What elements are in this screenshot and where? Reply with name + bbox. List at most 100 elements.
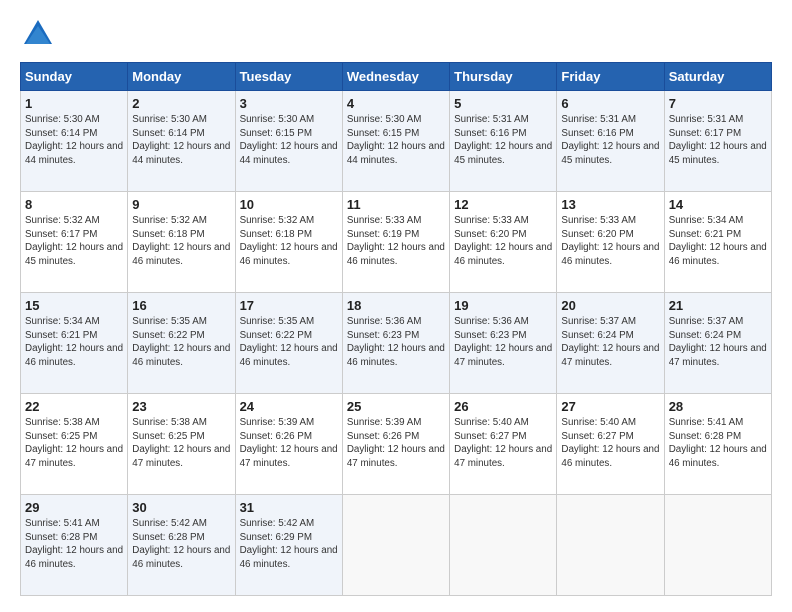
col-header-friday: Friday xyxy=(557,63,664,91)
calendar-cell: 26 Sunrise: 5:40 AMSunset: 6:27 PMDaylig… xyxy=(450,394,557,495)
day-info: Sunrise: 5:34 AMSunset: 6:21 PMDaylight:… xyxy=(25,316,123,368)
calendar-cell: 18 Sunrise: 5:36 AMSunset: 6:23 PMDaylig… xyxy=(342,293,449,394)
calendar-cell: 27 Sunrise: 5:40 AMSunset: 6:27 PMDaylig… xyxy=(557,394,664,495)
day-number: 25 xyxy=(347,399,445,414)
calendar-cell: 6 Sunrise: 5:31 AMSunset: 6:16 PMDayligh… xyxy=(557,91,664,192)
calendar-cell: 19 Sunrise: 5:36 AMSunset: 6:23 PMDaylig… xyxy=(450,293,557,394)
calendar-table: SundayMondayTuesdayWednesdayThursdayFrid… xyxy=(20,62,772,596)
page: SundayMondayTuesdayWednesdayThursdayFrid… xyxy=(0,0,792,612)
day-info: Sunrise: 5:33 AMSunset: 6:20 PMDaylight:… xyxy=(561,215,659,267)
day-number: 5 xyxy=(454,96,552,111)
calendar-cell: 30 Sunrise: 5:42 AMSunset: 6:28 PMDaylig… xyxy=(128,495,235,596)
col-header-tuesday: Tuesday xyxy=(235,63,342,91)
calendar-cell: 2 Sunrise: 5:30 AMSunset: 6:14 PMDayligh… xyxy=(128,91,235,192)
day-number: 9 xyxy=(132,197,230,212)
col-header-sunday: Sunday xyxy=(21,63,128,91)
col-header-thursday: Thursday xyxy=(450,63,557,91)
day-number: 2 xyxy=(132,96,230,111)
day-info: Sunrise: 5:31 AMSunset: 6:16 PMDaylight:… xyxy=(561,114,659,166)
day-number: 24 xyxy=(240,399,338,414)
calendar-cell: 15 Sunrise: 5:34 AMSunset: 6:21 PMDaylig… xyxy=(21,293,128,394)
day-info: Sunrise: 5:35 AMSunset: 6:22 PMDaylight:… xyxy=(240,316,338,368)
calendar-cell: 4 Sunrise: 5:30 AMSunset: 6:15 PMDayligh… xyxy=(342,91,449,192)
calendar-cell: 31 Sunrise: 5:42 AMSunset: 6:29 PMDaylig… xyxy=(235,495,342,596)
calendar-cell xyxy=(557,495,664,596)
calendar-cell: 1 Sunrise: 5:30 AMSunset: 6:14 PMDayligh… xyxy=(21,91,128,192)
day-number: 1 xyxy=(25,96,123,111)
day-info: Sunrise: 5:42 AMSunset: 6:29 PMDaylight:… xyxy=(240,518,338,570)
day-info: Sunrise: 5:32 AMSunset: 6:17 PMDaylight:… xyxy=(25,215,123,267)
calendar-week-5: 29 Sunrise: 5:41 AMSunset: 6:28 PMDaylig… xyxy=(21,495,772,596)
calendar-cell: 13 Sunrise: 5:33 AMSunset: 6:20 PMDaylig… xyxy=(557,192,664,293)
day-info: Sunrise: 5:32 AMSunset: 6:18 PMDaylight:… xyxy=(240,215,338,267)
day-info: Sunrise: 5:38 AMSunset: 6:25 PMDaylight:… xyxy=(132,417,230,469)
day-number: 29 xyxy=(25,500,123,515)
day-number: 12 xyxy=(454,197,552,212)
calendar-cell: 3 Sunrise: 5:30 AMSunset: 6:15 PMDayligh… xyxy=(235,91,342,192)
day-number: 26 xyxy=(454,399,552,414)
calendar-cell xyxy=(342,495,449,596)
day-number: 7 xyxy=(669,96,767,111)
day-info: Sunrise: 5:30 AMSunset: 6:15 PMDaylight:… xyxy=(347,114,445,166)
logo-icon xyxy=(20,16,56,52)
day-number: 16 xyxy=(132,298,230,313)
day-number: 19 xyxy=(454,298,552,313)
day-number: 28 xyxy=(669,399,767,414)
day-number: 6 xyxy=(561,96,659,111)
calendar-cell: 12 Sunrise: 5:33 AMSunset: 6:20 PMDaylig… xyxy=(450,192,557,293)
day-info: Sunrise: 5:37 AMSunset: 6:24 PMDaylight:… xyxy=(561,316,659,368)
day-info: Sunrise: 5:30 AMSunset: 6:14 PMDaylight:… xyxy=(25,114,123,166)
calendar-cell: 23 Sunrise: 5:38 AMSunset: 6:25 PMDaylig… xyxy=(128,394,235,495)
day-info: Sunrise: 5:39 AMSunset: 6:26 PMDaylight:… xyxy=(240,417,338,469)
day-number: 27 xyxy=(561,399,659,414)
day-number: 22 xyxy=(25,399,123,414)
calendar-cell: 21 Sunrise: 5:37 AMSunset: 6:24 PMDaylig… xyxy=(664,293,771,394)
day-number: 30 xyxy=(132,500,230,515)
day-info: Sunrise: 5:38 AMSunset: 6:25 PMDaylight:… xyxy=(25,417,123,469)
calendar-week-4: 22 Sunrise: 5:38 AMSunset: 6:25 PMDaylig… xyxy=(21,394,772,495)
day-number: 21 xyxy=(669,298,767,313)
day-info: Sunrise: 5:35 AMSunset: 6:22 PMDaylight:… xyxy=(132,316,230,368)
day-number: 13 xyxy=(561,197,659,212)
calendar-cell: 8 Sunrise: 5:32 AMSunset: 6:17 PMDayligh… xyxy=(21,192,128,293)
day-number: 20 xyxy=(561,298,659,313)
day-info: Sunrise: 5:33 AMSunset: 6:19 PMDaylight:… xyxy=(347,215,445,267)
calendar-cell: 28 Sunrise: 5:41 AMSunset: 6:28 PMDaylig… xyxy=(664,394,771,495)
calendar-week-2: 8 Sunrise: 5:32 AMSunset: 6:17 PMDayligh… xyxy=(21,192,772,293)
logo xyxy=(20,16,60,52)
day-info: Sunrise: 5:30 AMSunset: 6:14 PMDaylight:… xyxy=(132,114,230,166)
day-number: 23 xyxy=(132,399,230,414)
calendar-cell xyxy=(450,495,557,596)
day-number: 17 xyxy=(240,298,338,313)
day-info: Sunrise: 5:33 AMSunset: 6:20 PMDaylight:… xyxy=(454,215,552,267)
day-info: Sunrise: 5:32 AMSunset: 6:18 PMDaylight:… xyxy=(132,215,230,267)
day-info: Sunrise: 5:31 AMSunset: 6:16 PMDaylight:… xyxy=(454,114,552,166)
calendar-cell: 29 Sunrise: 5:41 AMSunset: 6:28 PMDaylig… xyxy=(21,495,128,596)
day-info: Sunrise: 5:34 AMSunset: 6:21 PMDaylight:… xyxy=(669,215,767,267)
day-info: Sunrise: 5:37 AMSunset: 6:24 PMDaylight:… xyxy=(669,316,767,368)
day-number: 18 xyxy=(347,298,445,313)
calendar-week-1: 1 Sunrise: 5:30 AMSunset: 6:14 PMDayligh… xyxy=(21,91,772,192)
day-info: Sunrise: 5:39 AMSunset: 6:26 PMDaylight:… xyxy=(347,417,445,469)
header xyxy=(20,16,772,52)
day-number: 15 xyxy=(25,298,123,313)
day-number: 11 xyxy=(347,197,445,212)
calendar-cell: 17 Sunrise: 5:35 AMSunset: 6:22 PMDaylig… xyxy=(235,293,342,394)
calendar-cell: 11 Sunrise: 5:33 AMSunset: 6:19 PMDaylig… xyxy=(342,192,449,293)
calendar-cell: 16 Sunrise: 5:35 AMSunset: 6:22 PMDaylig… xyxy=(128,293,235,394)
day-number: 8 xyxy=(25,197,123,212)
day-number: 14 xyxy=(669,197,767,212)
calendar-cell xyxy=(664,495,771,596)
col-header-wednesday: Wednesday xyxy=(342,63,449,91)
day-info: Sunrise: 5:41 AMSunset: 6:28 PMDaylight:… xyxy=(669,417,767,469)
calendar-cell: 14 Sunrise: 5:34 AMSunset: 6:21 PMDaylig… xyxy=(664,192,771,293)
day-info: Sunrise: 5:42 AMSunset: 6:28 PMDaylight:… xyxy=(132,518,230,570)
calendar-cell: 22 Sunrise: 5:38 AMSunset: 6:25 PMDaylig… xyxy=(21,394,128,495)
calendar-cell: 5 Sunrise: 5:31 AMSunset: 6:16 PMDayligh… xyxy=(450,91,557,192)
day-info: Sunrise: 5:36 AMSunset: 6:23 PMDaylight:… xyxy=(454,316,552,368)
day-number: 10 xyxy=(240,197,338,212)
calendar-cell: 10 Sunrise: 5:32 AMSunset: 6:18 PMDaylig… xyxy=(235,192,342,293)
day-number: 31 xyxy=(240,500,338,515)
day-info: Sunrise: 5:31 AMSunset: 6:17 PMDaylight:… xyxy=(669,114,767,166)
calendar-cell: 9 Sunrise: 5:32 AMSunset: 6:18 PMDayligh… xyxy=(128,192,235,293)
